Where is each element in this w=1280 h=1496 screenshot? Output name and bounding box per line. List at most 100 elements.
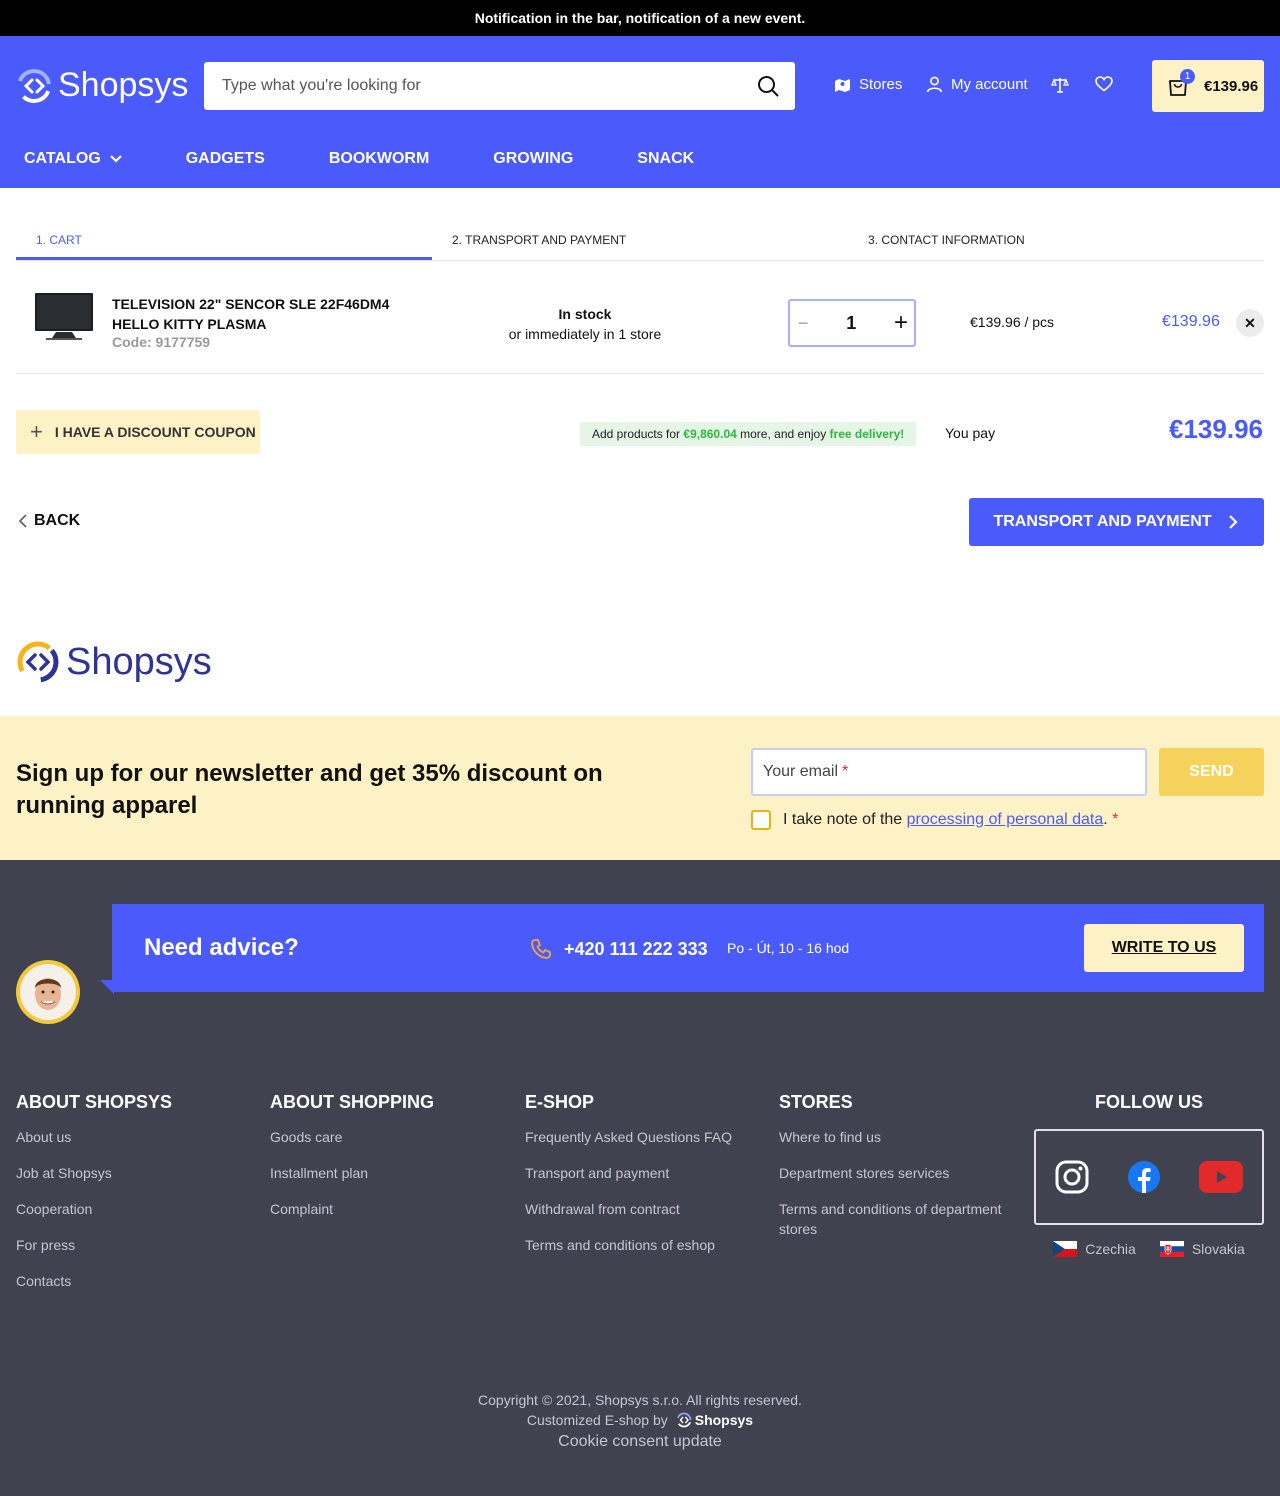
advisor-avatar: [16, 960, 80, 1024]
language-label: Slovakia: [1191, 1241, 1245, 1257]
footer-link[interactable]: Installment plan: [270, 1163, 520, 1183]
free-shipping-prefix: Add products for: [592, 427, 681, 441]
consent-suffix: .: [1103, 811, 1108, 828]
decrease-quantity-button[interactable]: −: [798, 313, 809, 334]
you-pay-amount: €139.96: [1169, 414, 1263, 444]
phone-number: +420 111 222 333: [564, 938, 708, 959]
step-contact-information[interactable]: 3. CONTACT INFORMATION: [868, 220, 1025, 260]
footer-link[interactable]: Terms and conditions of eshop: [525, 1235, 775, 1255]
step-transport-payment[interactable]: 2. TRANSPORT AND PAYMENT: [452, 220, 626, 260]
newsletter-email-field[interactable]: Your email *: [751, 748, 1147, 796]
follow-us-title: FOLLOW US: [1095, 1092, 1203, 1112]
back-button[interactable]: BACK: [16, 512, 80, 530]
menu-item-growing[interactable]: GROWING: [493, 150, 573, 168]
advice-title: Need advice?: [144, 934, 299, 961]
footer-link[interactable]: About us: [16, 1127, 266, 1147]
cart-item-row: TELEVISION 22" SENCOR SLE 22F46DM4 HELLO…: [16, 272, 1264, 374]
user-icon: [926, 76, 943, 93]
customized-by-label: Customized E-shop by: [526, 1412, 668, 1428]
search-icon[interactable]: [757, 75, 779, 97]
menu-item-catalog[interactable]: CATALOG: [24, 150, 123, 168]
free-shipping-amount: €9,860.04: [683, 427, 737, 441]
instagram-icon[interactable]: [1055, 1160, 1089, 1194]
newsletter-send-button[interactable]: SEND: [1159, 748, 1264, 796]
stores-link[interactable]: Stores: [834, 76, 902, 93]
language-label: Czechia: [1085, 1241, 1136, 1257]
search-bar: [204, 62, 795, 110]
transport-and-payment-button[interactable]: TRANSPORT AND PAYMENT: [969, 498, 1264, 546]
stores-label: Stores: [859, 76, 903, 93]
language-czechia[interactable]: Czechia: [1053, 1241, 1136, 1257]
footer-link[interactable]: Where to find us: [779, 1127, 1014, 1147]
footer-column-title: ABOUT SHOPSYS: [16, 1092, 173, 1112]
youtube-icon[interactable]: [1199, 1161, 1243, 1193]
logo-mark-icon: [17, 68, 51, 103]
menu-item-gadgets[interactable]: GADGETS: [186, 150, 265, 168]
step-label: 2. TRANSPORT AND PAYMENT: [452, 233, 627, 247]
facebook-icon[interactable]: [1127, 1160, 1161, 1194]
footer-column-title: ABOUT SHOPPING: [270, 1092, 435, 1112]
logo[interactable]: Shopsys: [16, 66, 188, 105]
free-shipping-highlight: free delivery!: [829, 427, 905, 441]
newsletter-title: Sign up for our newsletter and get 35% d…: [16, 760, 603, 819]
logo-mark-icon: [17, 641, 59, 683]
footer-logo[interactable]: Shopsys: [16, 640, 212, 684]
footer-link[interactable]: Contacts: [16, 1271, 266, 1291]
consent-checkbox[interactable]: [751, 810, 771, 830]
follow-us: FOLLOW US Czechia Slovakia: [1034, 1092, 1264, 1257]
footer-link[interactable]: Department stores services: [779, 1163, 1014, 1183]
cart-button[interactable]: 1 €139.96: [1152, 60, 1264, 112]
notification-text: Notification in the bar, notification of…: [474, 10, 806, 26]
advice-phone[interactable]: +420 111 222 333: [530, 938, 708, 960]
menu-item-bookworm[interactable]: BOOKWORM: [329, 150, 429, 168]
language-slovakia[interactable]: Slovakia: [1159, 1241, 1245, 1257]
scales-icon: [1051, 78, 1069, 93]
chevron-right-icon: [1228, 515, 1238, 529]
advisor-photo: [20, 964, 76, 1020]
write-to-us-button[interactable]: WRITE TO US: [1084, 924, 1244, 972]
footer-link[interactable]: Terms and conditions of department store…: [779, 1199, 1014, 1239]
footer-link[interactable]: For press: [16, 1235, 266, 1255]
compare-link[interactable]: [1051, 76, 1077, 94]
order-steps: 1. CART 2. TRANSPORT AND PAYMENT 3. CONT…: [16, 220, 1264, 261]
quantity-value[interactable]: 1: [846, 313, 856, 334]
remove-item-button[interactable]: ✕: [1236, 309, 1264, 337]
wishlist-link[interactable]: [1095, 76, 1121, 92]
increase-quantity-button[interactable]: +: [894, 311, 908, 335]
send-label: SEND: [1189, 763, 1234, 780]
product-name[interactable]: TELEVISION 22" SENCOR SLE 22F46DM4 HELLO…: [112, 294, 402, 334]
footer-link[interactable]: Transport and payment: [525, 1163, 775, 1183]
discount-coupon-button[interactable]: + I HAVE A DISCOUNT COUPON: [16, 410, 260, 454]
footer-link[interactable]: Complaint: [270, 1199, 520, 1219]
shopsys-credit-logo[interactable]: Shopsys: [676, 1410, 753, 1430]
heart-icon: [1095, 76, 1113, 92]
step-cart[interactable]: 1. CART: [16, 220, 432, 260]
advice-banner-tail: [100, 980, 114, 994]
privacy-policy-link[interactable]: processing of personal data: [907, 811, 1104, 828]
cookie-consent-update-link[interactable]: Cookie consent update: [0, 1432, 1280, 1452]
footer-link[interactable]: Goods care: [270, 1127, 520, 1147]
my-account-label: My account: [951, 76, 1028, 93]
footer-column-about-shopsys: ABOUT SHOPSYS About us Job at Shopsys Co…: [16, 1092, 266, 1307]
language-switcher: Czechia Slovakia: [1034, 1241, 1264, 1257]
chevron-down-icon: [109, 155, 122, 163]
product-code: Code: 9177759: [112, 334, 211, 350]
logo-text: Shopsys: [66, 640, 212, 683]
step-label: 3. CONTACT INFORMATION: [868, 233, 1025, 247]
logo-text: Shopsys: [58, 66, 189, 104]
footer-link[interactable]: Job at Shopsys: [16, 1163, 266, 1183]
my-account-link[interactable]: My account: [926, 76, 1028, 93]
footer: Need advice? +420 111 222 333 Po - Út, 1…: [0, 860, 1280, 1496]
footer-column-about-shopping: ABOUT SHOPPING Goods care Installment pl…: [270, 1092, 520, 1235]
quantity-stepper: − 1 +: [788, 299, 916, 347]
menu-item-label: SNACK: [637, 150, 695, 167]
footer-link[interactable]: Withdrawal from contract: [525, 1199, 775, 1219]
footer-link[interactable]: Frequently Asked Questions FAQ: [525, 1127, 775, 1147]
footer-link[interactable]: Cooperation: [16, 1199, 266, 1219]
cart-count-badge: 1: [1180, 69, 1195, 84]
stock-detail: or immediately in 1 store: [508, 326, 662, 342]
product-image[interactable]: [34, 292, 94, 342]
back-label: BACK: [34, 512, 81, 529]
search-input[interactable]: [222, 77, 757, 95]
menu-item-snack[interactable]: SNACK: [637, 150, 694, 168]
